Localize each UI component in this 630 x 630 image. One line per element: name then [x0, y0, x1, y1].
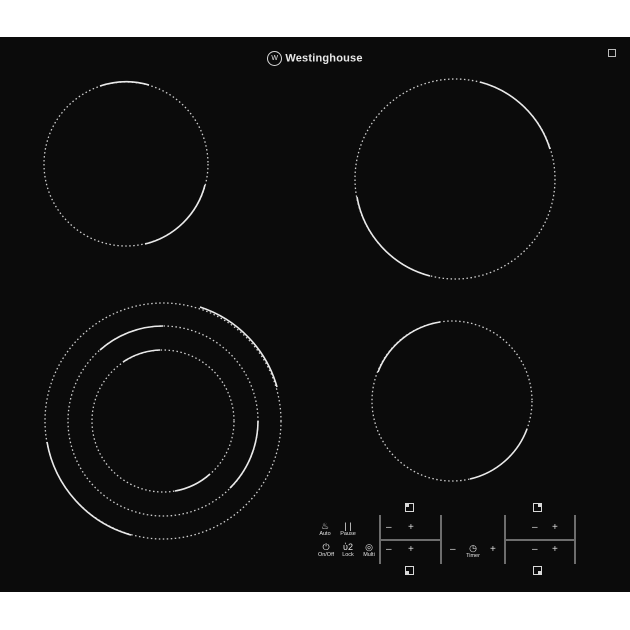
auto-button[interactable]: ♨ Auto: [316, 521, 334, 537]
rear-right-zone-marker: [356, 196, 431, 277]
timer-minus-button[interactable]: –: [450, 545, 456, 555]
brand-logo: W Westinghouse: [0, 51, 630, 66]
front-left-triple-zone-icon[interactable]: [44, 302, 282, 540]
front-right-zone-marker: [377, 321, 441, 373]
lock-button[interactable]: ὑ2 Lock: [339, 542, 357, 558]
multi-label: Multi: [363, 552, 375, 558]
rear-left-zone-icon[interactable]: [43, 80, 209, 247]
middle-zone-ring: [67, 325, 259, 517]
rear-right-minus-button[interactable]: –: [532, 523, 538, 533]
outer-zone-marker: [199, 306, 278, 388]
inner-zone-ring: [91, 349, 235, 493]
pause-button[interactable]: | | Pause: [338, 521, 358, 537]
rear-left-zone-marker: [99, 80, 150, 87]
inner-zone-marker: [174, 473, 211, 492]
power-icon: ⏻: [322, 542, 330, 552]
rear-left-zone-marker: [144, 184, 206, 245]
cooktop-glass: W Westinghouse ♨ Auto | | Pause ⏻ On/Off …: [0, 37, 630, 592]
lock-icon: ὑ2: [343, 542, 353, 552]
select-front-left-zone-icon[interactable]: [405, 566, 414, 575]
brand-name: Westinghouse: [285, 52, 363, 65]
front-right-plus-button[interactable]: +: [552, 545, 558, 555]
rear-left-minus-button[interactable]: –: [386, 523, 392, 533]
timer-label: Timer: [466, 553, 480, 559]
multi-button[interactable]: ◎ Multi: [360, 542, 378, 558]
middle-zone-marker: [229, 420, 259, 489]
select-rear-left-zone-icon[interactable]: [405, 503, 414, 512]
front-left-minus-button[interactable]: –: [386, 545, 392, 555]
on-off-label: On/Off: [317, 552, 335, 558]
inner-zone-marker: [122, 349, 161, 363]
front-right-minus-button[interactable]: –: [532, 545, 538, 555]
rear-right-zone-ring: [354, 78, 556, 280]
on-off-button[interactable]: ⏻ On/Off: [315, 542, 337, 558]
select-front-right-zone-icon[interactable]: [533, 566, 542, 575]
auto-icon: ♨: [320, 521, 330, 531]
timer-plus-button[interactable]: +: [490, 545, 496, 555]
multi-icon: ◎: [365, 542, 373, 552]
front-right-zone-marker: [469, 428, 528, 480]
westinghouse-logo-icon: W: [267, 51, 283, 66]
pause-icon: | |: [344, 521, 352, 531]
rear-right-plus-button[interactable]: +: [552, 523, 558, 533]
pause-label: Pause: [340, 531, 356, 537]
outer-zone-marker: [46, 441, 132, 536]
outer-zone-ring: [44, 302, 282, 540]
rear-right-zone-marker: [479, 81, 551, 150]
timer-button[interactable]: ◷ Timer: [462, 543, 484, 559]
rear-right-zone-icon[interactable]: [354, 78, 556, 280]
front-right-zone-icon[interactable]: [371, 320, 533, 482]
middle-zone-marker: [99, 325, 164, 351]
timer-icon: ◷: [469, 543, 477, 553]
front-left-plus-button[interactable]: +: [408, 545, 414, 555]
rear-left-plus-button[interactable]: +: [408, 523, 414, 533]
lock-label: Lock: [342, 552, 354, 558]
auto-label: Auto: [319, 531, 331, 537]
child-lock-indicator-icon: [608, 49, 616, 57]
select-rear-right-zone-icon[interactable]: [533, 503, 542, 512]
